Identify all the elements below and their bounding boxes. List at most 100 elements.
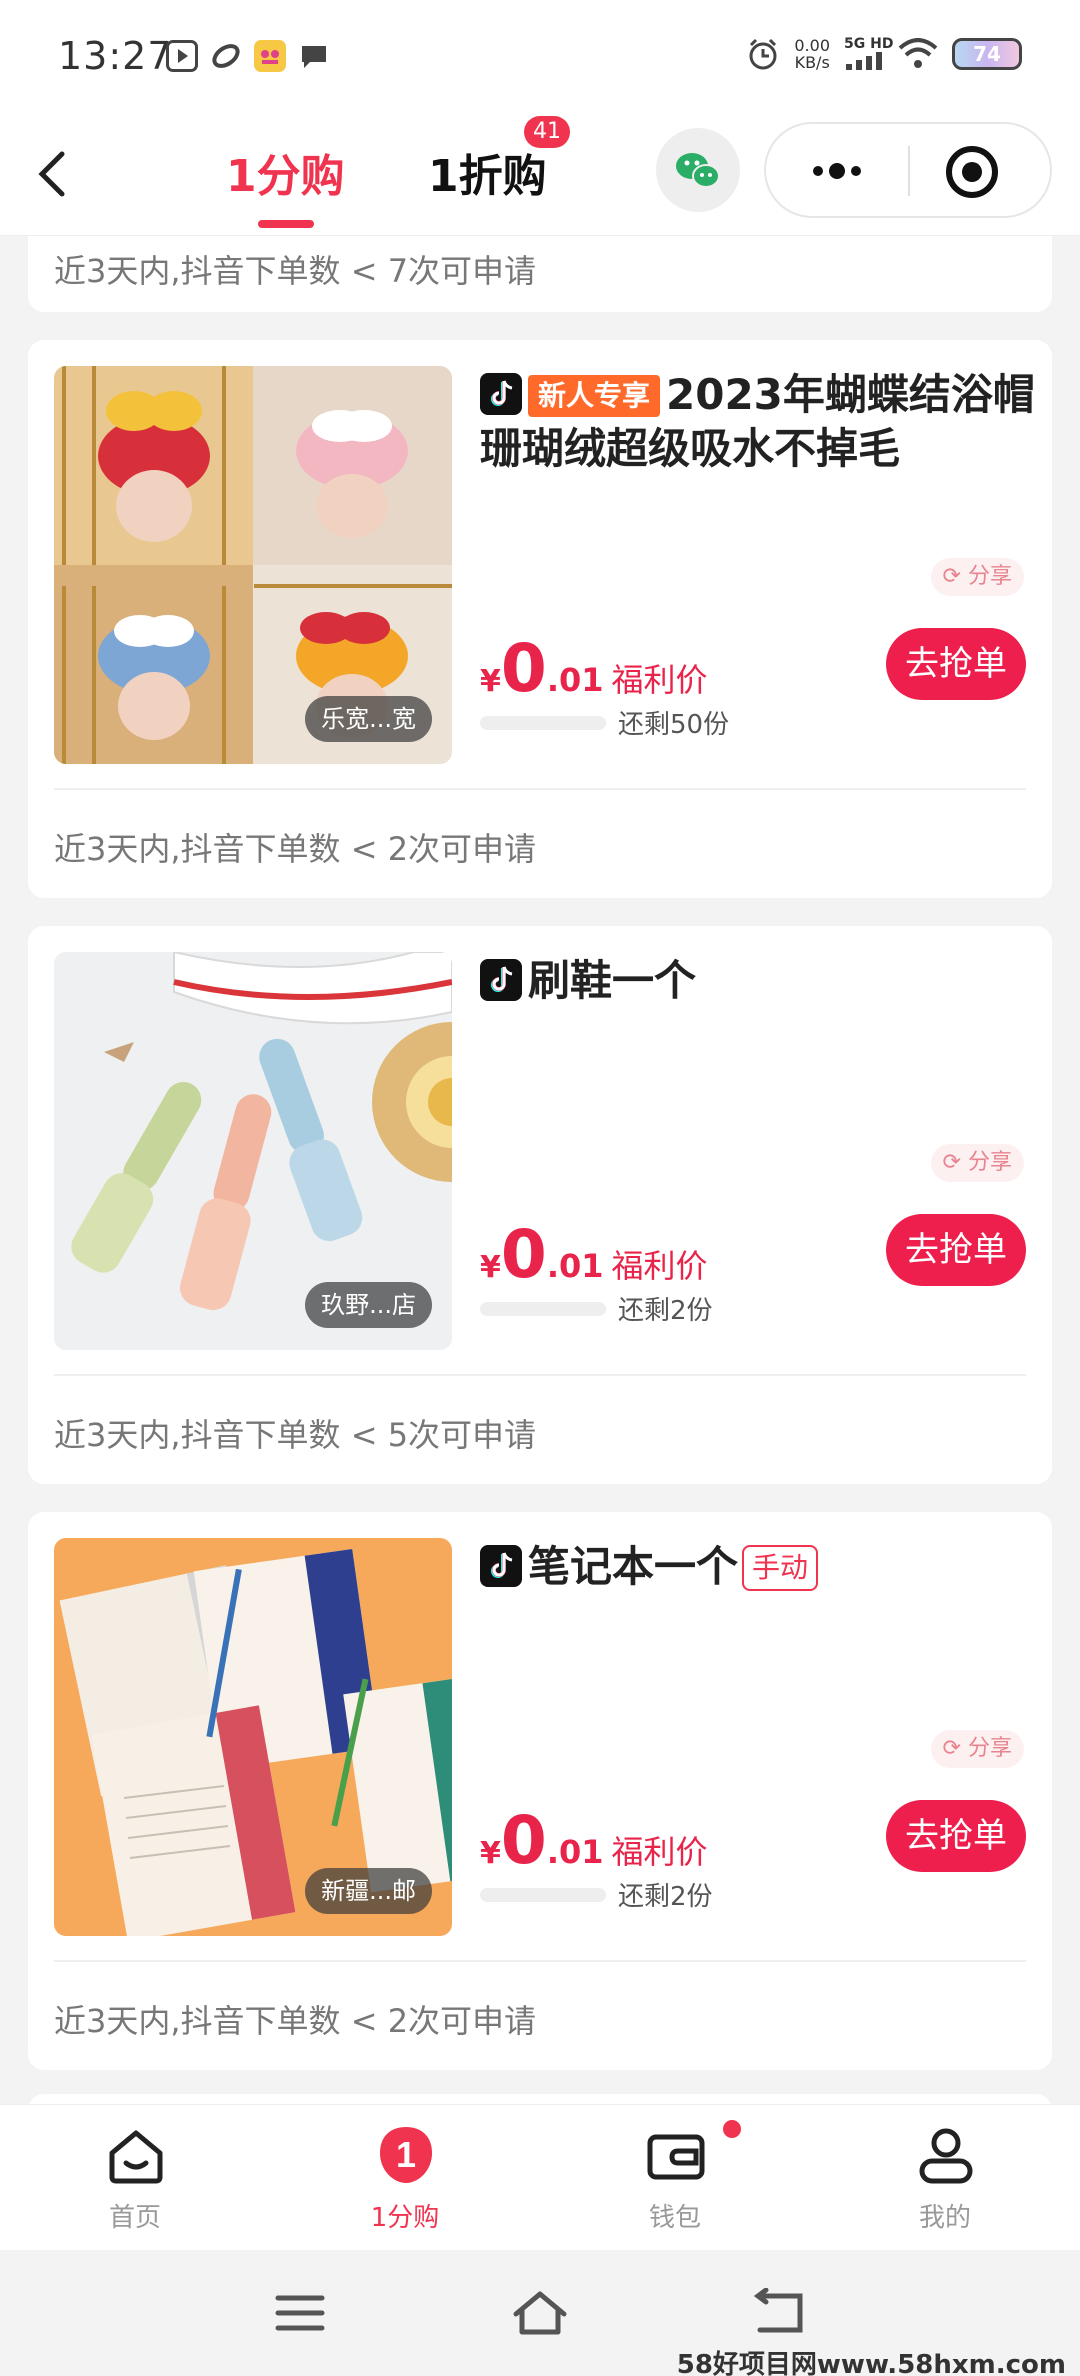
product-card[interactable]: 玖野...店 刷鞋一个 ⟳ 分享 ¥0.01 福利价 还剩2份 去抢单 近3天内,… xyxy=(28,926,1052,1484)
grab-order-button[interactable]: 去抢单 xyxy=(886,1800,1026,1872)
price-decimal: .01 xyxy=(546,1247,604,1285)
product-title: 刷鞋一个 xyxy=(480,954,1036,1008)
svg-text:1: 1 xyxy=(396,2134,416,2175)
stock-progress-bar xyxy=(480,1302,606,1316)
link-app-icon xyxy=(210,40,242,72)
product-card[interactable]: 新疆...邮 笔记本一个 手动 ⟳ 分享 ¥0.01 福利价 还剩2份 去抢单 近3… xyxy=(28,1512,1052,2070)
status-bar: 13:27 0.00 KB/s 5G HD 74 xyxy=(0,0,1080,112)
order-condition: 近3天内,抖音下单数 < 7次可申请 xyxy=(54,252,537,290)
tab-label: 我的 xyxy=(918,2203,971,2233)
price: ¥0.01 福利价 xyxy=(480,630,708,707)
tab-profile[interactable]: 我的 xyxy=(810,2105,1080,2251)
product-title-text: 笔记本一个 xyxy=(528,1542,739,1591)
bottom-tab-bar: 首页 1 1分购 钱包 我的 xyxy=(0,2104,1080,2250)
order-condition: 近3天内,抖音下单数 < 5次可申请 xyxy=(54,1416,537,1454)
order-condition: 近3天内,抖音下单数 < 2次可申请 xyxy=(54,830,537,868)
price-symbol: ¥ xyxy=(480,1836,501,1871)
stock-progress-bar xyxy=(480,1888,606,1902)
tab-1-cent[interactable]: 1 1分购 xyxy=(270,2105,540,2251)
active-tab-indicator xyxy=(258,220,314,228)
battery-indicator: 74 xyxy=(952,38,1022,70)
price-integer: 0 xyxy=(500,630,547,707)
store-name-tag: 玖野...店 xyxy=(305,1282,432,1328)
product-card-partial: 近3天内,抖音下单数 < 7次可申请 xyxy=(28,236,1052,312)
share-icon: ⟳ xyxy=(942,564,968,589)
mini-program-capsule xyxy=(764,122,1052,218)
price-decimal: .01 xyxy=(546,1833,604,1871)
store-name-tag: 乐宽...宽 xyxy=(305,696,432,742)
tab-badge: 41 xyxy=(524,116,570,148)
tab-label: 钱包 xyxy=(648,2203,701,2233)
tab-wallet[interactable]: 钱包 xyxy=(540,2105,810,2251)
message-icon xyxy=(298,40,330,72)
share-button[interactable]: ⟳ 分享 xyxy=(930,558,1024,596)
share-button[interactable]: ⟳ 分享 xyxy=(930,1144,1024,1182)
tab-1-discount-purchase[interactable]: 1折购 xyxy=(428,140,547,204)
divider xyxy=(54,1960,1026,1962)
share-button[interactable]: ⟳ 分享 xyxy=(930,1730,1024,1768)
remaining-count: 还剩2份 xyxy=(618,1882,713,1912)
price-decimal: .01 xyxy=(546,661,604,699)
home-nav-icon[interactable] xyxy=(510,2288,570,2338)
grab-order-button[interactable]: 去抢单 xyxy=(886,1214,1026,1286)
net-speed: 0.00 KB/s xyxy=(794,36,830,72)
price-label: 福利价 xyxy=(611,1833,708,1871)
wifi-icon xyxy=(898,38,938,68)
wechat-share-button[interactable] xyxy=(656,128,740,212)
alarm-icon xyxy=(749,38,777,70)
share-label: 分享 xyxy=(967,564,1012,589)
product-card[interactable]: 乐宽...宽 新人专享 2023年蝴蝶结浴帽珊瑚绒超级吸水不掉毛 ⟳ 分享 ¥0.… xyxy=(28,340,1052,898)
clock: 13:27 xyxy=(58,34,173,78)
price-symbol: ¥ xyxy=(480,1250,501,1285)
profile-icon xyxy=(919,2128,973,2184)
product-image[interactable]: 玖野...店 xyxy=(54,952,452,1350)
store-name-tag: 新疆...邮 xyxy=(305,1868,432,1914)
share-label: 分享 xyxy=(967,1150,1012,1175)
price-symbol: ¥ xyxy=(480,664,501,699)
stock-progress-bar xyxy=(480,716,606,730)
manual-tag: 手动 xyxy=(742,1545,819,1591)
game-app-icon xyxy=(254,40,286,72)
douyin-icon xyxy=(480,373,522,415)
one-cent-icon: 1 xyxy=(380,2127,432,2183)
product-image[interactable]: 新疆...邮 xyxy=(54,1538,452,1936)
tab-home[interactable]: 首页 xyxy=(0,2105,270,2251)
share-icon: ⟳ xyxy=(942,1736,968,1761)
product-title-text: 刷鞋一个 xyxy=(528,956,697,1005)
notification-dot xyxy=(720,2117,744,2141)
new-user-tag: 新人专享 xyxy=(528,375,661,417)
back-nav-icon[interactable] xyxy=(750,2288,810,2338)
price-integer: 0 xyxy=(500,1216,547,1293)
order-condition: 近3天内,抖音下单数 < 2次可申请 xyxy=(54,2002,537,2040)
tab-label: 首页 xyxy=(108,2203,161,2233)
signal-indicator: 5G HD xyxy=(844,36,893,72)
remaining-count: 还剩2份 xyxy=(618,1296,713,1326)
price: ¥0.01 福利价 xyxy=(480,1216,708,1293)
price: ¥0.01 福利价 xyxy=(480,1802,708,1879)
product-title: 新人专享 2023年蝴蝶结浴帽珊瑚绒超级吸水不掉毛 xyxy=(480,368,1036,476)
home-icon xyxy=(109,2130,163,2184)
wallet-icon xyxy=(647,2134,705,2180)
divider xyxy=(54,1374,1026,1376)
more-options-button[interactable] xyxy=(806,148,868,194)
tab-label: 1分购 xyxy=(370,2203,440,2233)
product-title: 笔记本一个 手动 xyxy=(480,1540,1036,1594)
close-miniprogram-button[interactable] xyxy=(944,144,1000,200)
back-button[interactable] xyxy=(28,142,84,206)
media-app-icon xyxy=(166,40,198,72)
remaining-count: 还剩50份 xyxy=(618,710,730,740)
share-icon: ⟳ xyxy=(942,1150,968,1175)
top-navigation: 1分购 1折购 41 xyxy=(0,112,1080,236)
capsule-divider xyxy=(908,146,910,196)
grab-order-button[interactable]: 去抢单 xyxy=(886,628,1026,700)
menu-icon[interactable] xyxy=(270,2288,330,2338)
price-label: 福利价 xyxy=(611,661,708,699)
douyin-icon xyxy=(480,959,522,1001)
product-image[interactable]: 乐宽...宽 xyxy=(54,366,452,764)
price-integer: 0 xyxy=(500,1802,547,1879)
tab-1-cent-purchase[interactable]: 1分购 xyxy=(226,140,345,204)
divider xyxy=(54,788,1026,790)
price-label: 福利价 xyxy=(611,1247,708,1285)
watermark: 58好项目网www.58hxm.com xyxy=(676,2350,1066,2376)
douyin-icon xyxy=(480,1545,522,1587)
